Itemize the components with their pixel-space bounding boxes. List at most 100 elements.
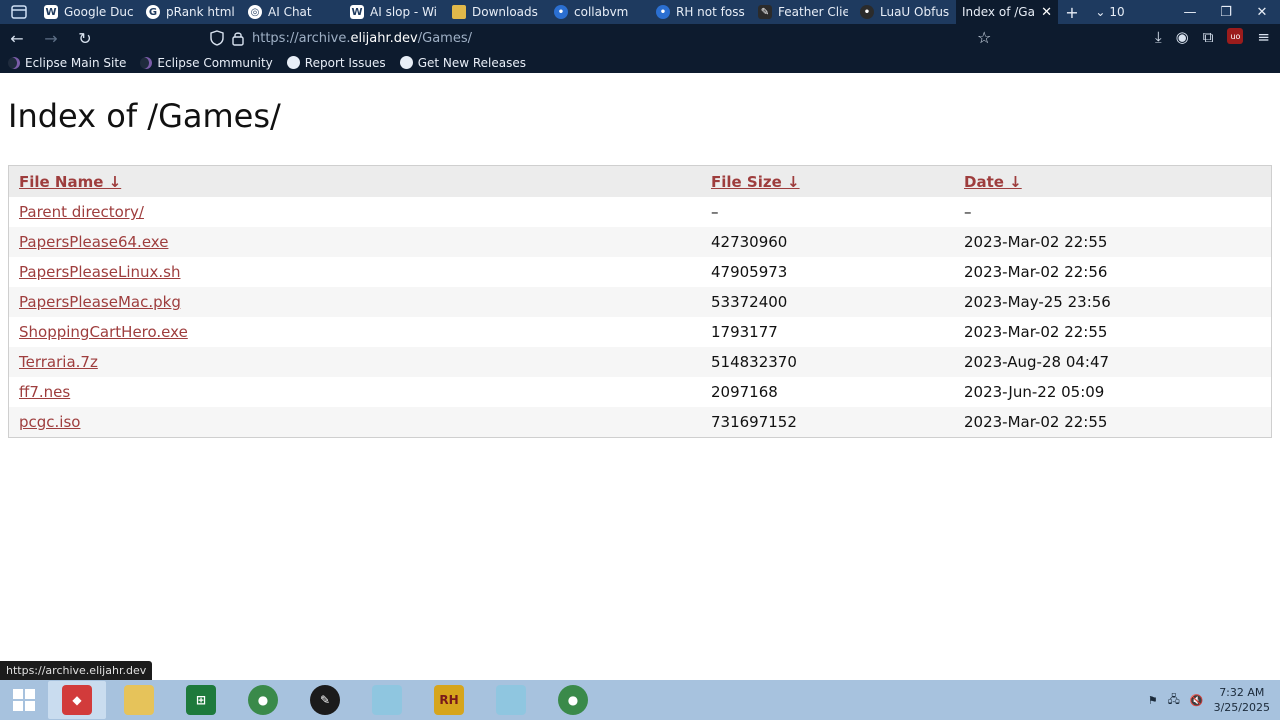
link-status-bubble: https://archive.elijahr.dev [0, 661, 153, 680]
file-date-cell: – [964, 203, 972, 221]
taskbar-globe-app[interactable]: ● [234, 681, 292, 719]
file-date-cell: 2023-Mar-02 22:55 [954, 227, 1272, 257]
tab-label: Feather Clie [778, 5, 848, 19]
tab-list-button[interactable]: ⌄ 10 [1086, 0, 1134, 24]
maximize-button[interactable]: ❐ [1208, 0, 1244, 24]
sort-by-name-link[interactable]: File Name ↓ [19, 173, 121, 191]
file-link[interactable]: pcgc.iso [19, 413, 80, 431]
taskbar-rh[interactable]: RH [420, 681, 478, 719]
page-content: Index of /Games/ File Name ↓ File Size ↓… [0, 73, 1280, 680]
close-tab-icon[interactable]: ✕ [1041, 5, 1052, 20]
eclipse-icon [8, 56, 20, 69]
taskbar-notes[interactable] [358, 681, 416, 719]
file-date-cell: 2023-Aug-28 04:47 [954, 347, 1272, 377]
bookmark-star-icon[interactable]: ☆ [977, 28, 991, 47]
parent-directory-link[interactable]: Parent directory/ [19, 203, 144, 221]
tab-ai-chat[interactable]: ◎ AI Chat [242, 0, 344, 24]
file-date-cell: 2023-Jun-22 05:09 [964, 383, 1105, 401]
clock-date: 3/25/2025 [1213, 701, 1270, 714]
network-icon[interactable]: 🖧 [1168, 691, 1180, 710]
file-link[interactable]: ShoppingCartHero.exe [19, 323, 188, 341]
file-link[interactable]: PapersPleaseMac.pkg [19, 293, 181, 311]
volume-muted-icon[interactable]: 🔇 [1190, 694, 1204, 707]
lock-icon [232, 31, 244, 46]
tab-feather-client[interactable]: ✎ Feather Clie [752, 0, 854, 24]
bookmark-eclipse-main[interactable]: Eclipse Main Site [8, 56, 126, 70]
collabvm-icon: • [554, 5, 568, 19]
windows-logo-icon [13, 689, 35, 711]
tab-index-of-games[interactable]: Index of /Ga ✕ [956, 0, 1058, 24]
file-link[interactable]: PapersPlease64.exe [19, 233, 168, 251]
chat-icon: ◎ [248, 5, 262, 19]
luau-icon: • [860, 5, 874, 19]
notepad-icon [372, 685, 402, 715]
file-link[interactable]: ff7.nes [19, 383, 70, 401]
ublock-icon[interactable]: uo [1227, 28, 1244, 44]
taskbar-file-explorer[interactable] [110, 681, 168, 719]
tab-google-duc[interactable]: W Google Duc [38, 0, 140, 24]
file-size-cell: 514832370 [701, 347, 954, 377]
bookmark-eclipse-community[interactable]: Eclipse Community [140, 56, 273, 70]
tab-luau-obfus[interactable]: • LuaU Obfus [854, 0, 956, 24]
tab-label: Google Duc [64, 5, 134, 19]
taskbar-browser[interactable]: ◆ [48, 681, 106, 719]
tab-label: LuaU Obfus [880, 5, 950, 19]
file-size-cell: 53372400 [701, 287, 954, 317]
chevron-down-icon: ⌄ [1095, 5, 1106, 19]
start-button[interactable] [0, 680, 48, 720]
taskbar-globe-app-2[interactable]: ● [544, 681, 602, 719]
tab-label: RH not foss [676, 5, 745, 19]
url-bar[interactable]: https://archive.elijahr.dev/Games/ [210, 27, 1010, 49]
github-icon [286, 56, 300, 69]
bookmark-report-issues[interactable]: Report Issues [286, 55, 386, 70]
new-tab-button[interactable]: + [1058, 0, 1086, 24]
file-name-cell: ShoppingCartHero.exe [9, 317, 702, 347]
account-icon[interactable]: ◉ [1176, 28, 1189, 46]
tab-rh-not-foss[interactable]: • RH not foss [650, 0, 752, 24]
minimize-button[interactable]: — [1172, 0, 1208, 24]
google-icon: G [146, 5, 160, 19]
taskbar-notes-2[interactable] [482, 681, 540, 719]
forward-button[interactable]: → [34, 29, 68, 48]
file-size-cell: 1793177 [711, 323, 778, 341]
tab-label: collabvm [574, 5, 629, 19]
file-link[interactable]: PapersPleaseLinux.sh [19, 263, 180, 281]
url-text: https://archive.elijahr.dev/Games/ [252, 31, 472, 46]
downloads-icon[interactable]: ⤓ [1155, 28, 1162, 46]
flag-icon[interactable]: ⚑ [1148, 694, 1158, 707]
table-row: PapersPlease64.exe 42730960 2023-Mar-02 … [8, 227, 1272, 257]
header-file-size: File Size ↓ [701, 165, 954, 197]
tab-prank-html[interactable]: GpRank html [140, 0, 242, 24]
close-window-button[interactable]: ✕ [1244, 0, 1280, 24]
tab-label: AI slop - Wi [370, 5, 438, 19]
folder-icon [452, 5, 466, 19]
bookmark-label: Report Issues [304, 55, 386, 70]
file-link[interactable]: Terraria.7z [19, 353, 98, 371]
page-title: Index of /Games/ [8, 97, 281, 135]
tab-ai-slop[interactable]: W AI slop - Wi [344, 0, 446, 24]
sort-by-date-link[interactable]: Date ↓ [964, 173, 1022, 191]
file-name-cell: pcgc.iso [8, 407, 701, 438]
table-row: Terraria.7z 514832370 2023-Aug-28 04:47 [8, 347, 1272, 377]
taskbar-excel[interactable]: ⊞ [172, 681, 230, 719]
table-row: PapersPleaseMac.pkg 53372400 2023-May-25… [8, 287, 1272, 317]
globe-icon: ● [558, 685, 588, 715]
window-menu-icon[interactable] [0, 0, 38, 24]
extensions-icon[interactable]: ⧉ [1203, 28, 1214, 46]
reload-button[interactable]: ↻ [68, 29, 102, 48]
back-button[interactable]: ← [0, 29, 34, 48]
feather-icon: ✎ [310, 685, 340, 715]
tab-collabvm[interactable]: • collabvm [548, 0, 650, 24]
file-name-cell: Terraria.7z [8, 347, 701, 377]
tab-count: 10 [1109, 5, 1125, 19]
clock[interactable]: 7:32 AM 3/25/2025 [1214, 685, 1270, 715]
tab-downloads[interactable]: Downloads [446, 0, 548, 24]
taskbar-feather[interactable]: ✎ [296, 681, 354, 719]
menu-icon[interactable]: ≡ [1257, 28, 1270, 46]
folder-icon [124, 685, 154, 715]
table-row: Parent directory/ – – [9, 197, 1272, 227]
bookmark-get-new-releases[interactable]: Get New Releases [399, 56, 526, 70]
sort-by-size-link[interactable]: File Size ↓ [711, 173, 800, 191]
globe-icon: ● [248, 685, 278, 715]
file-name-cell: ff7.nes [9, 377, 702, 407]
